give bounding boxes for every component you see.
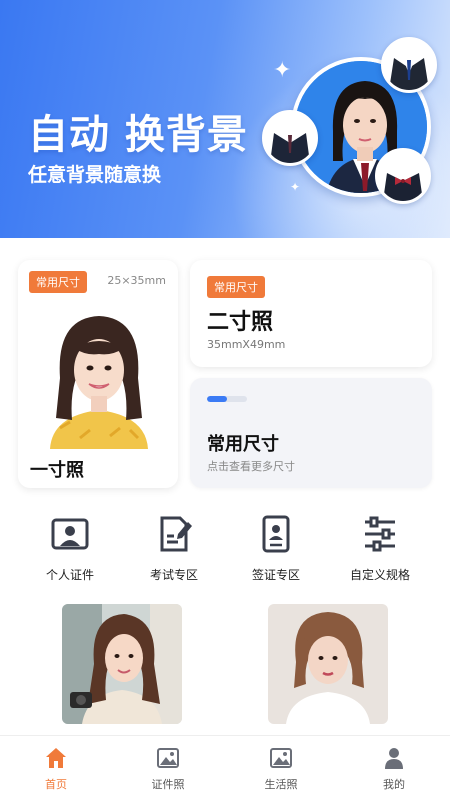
exam-icon — [160, 516, 192, 552]
bottom-tab-bar: 首页 证件照 生活照 我的 — [0, 735, 450, 800]
size-label: 25×35mm — [107, 274, 166, 287]
sparkle-icon: ✦ — [290, 180, 301, 194]
tab-life-photo[interactable]: 生活照 — [241, 746, 321, 792]
quick-entry-label: 个人证件 — [45, 568, 94, 582]
tab-label: 首页 — [45, 778, 67, 791]
quick-entry-custom-size[interactable]: 自定义规格 — [330, 514, 430, 583]
image-icon — [270, 748, 292, 768]
user-icon — [385, 748, 403, 769]
quick-entry-label: 自定义规格 — [349, 568, 410, 582]
sample-life-photo[interactable] — [62, 604, 182, 724]
quick-entry-personal-id[interactable]: 个人证件 — [20, 514, 120, 583]
sparkle-icon: ✦ — [273, 58, 292, 83]
quick-entry-exam[interactable]: 考试专区 — [124, 514, 224, 583]
suit-outfit-image — [381, 37, 437, 93]
card-subtitle: 点击查看更多尺寸 — [207, 460, 295, 473]
promo-banner[interactable]: 自动 换背景 任意背景随意换 ✦ ✦ — [0, 0, 450, 238]
one-inch-sample-photo — [30, 298, 168, 449]
common-sizes-card[interactable]: 常用尺寸 点击查看更多尺寸 — [190, 378, 432, 488]
progress-fill — [207, 396, 227, 402]
sample-life-photo[interactable] — [268, 604, 388, 724]
common-size-tag: 常用尺寸 — [29, 271, 87, 293]
visa-icon — [262, 515, 290, 553]
tab-mine[interactable]: 我的 — [354, 746, 434, 792]
size-label: 35mmX49mm — [207, 338, 286, 351]
banner-title: 自动 换背景 — [28, 112, 248, 158]
school-uniform-image — [262, 110, 318, 166]
home-icon — [46, 748, 66, 768]
tab-id-photo[interactable]: 证件照 — [128, 746, 208, 792]
common-size-tag: 常用尺寸 — [207, 276, 265, 298]
quick-entry-visa[interactable]: 签证专区 — [226, 514, 326, 583]
id-photo-icon — [51, 518, 89, 550]
two-inch-photo-card[interactable]: 常用尺寸 二寸照 35mmX49mm — [190, 260, 432, 367]
card-title: 常用尺寸 — [207, 434, 279, 455]
custom-size-icon — [365, 516, 395, 552]
banner-subtitle: 任意背景随意换 — [28, 164, 162, 186]
tab-label: 证件照 — [151, 778, 185, 791]
quick-entry-label: 考试专区 — [149, 568, 198, 582]
bow-uniform-image — [375, 148, 431, 204]
card-title: 一寸照 — [30, 460, 84, 481]
one-inch-photo-card[interactable]: 常用尺寸 25×35mm 一寸照 — [18, 260, 178, 488]
progress-indicator — [207, 396, 247, 402]
image-icon — [157, 748, 179, 768]
tab-label: 我的 — [383, 778, 405, 791]
tab-home[interactable]: 首页 — [16, 746, 96, 792]
card-title: 二寸照 — [207, 310, 274, 335]
tab-label: 生活照 — [264, 778, 298, 791]
quick-entry-label: 签证专区 — [251, 568, 300, 582]
